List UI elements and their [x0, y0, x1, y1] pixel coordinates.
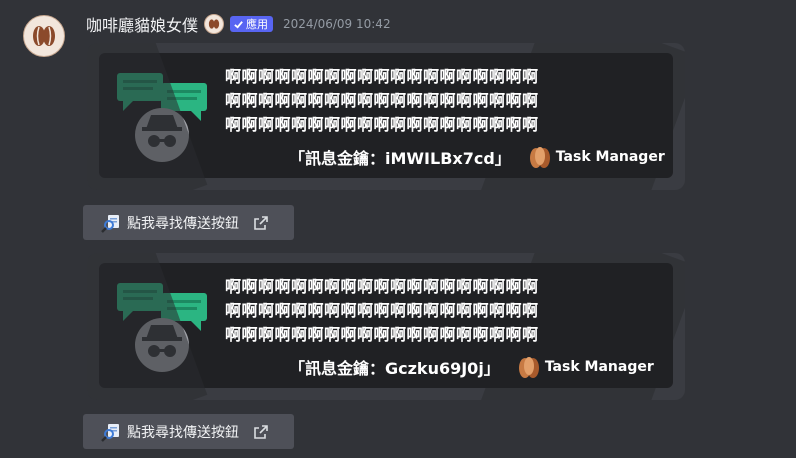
coffee-bean-icon	[33, 26, 55, 46]
embed-text-line: 啊啊啊啊啊啊啊啊啊啊啊啊啊啊啊啊啊啊啊	[225, 301, 539, 320]
find-send-button[interactable]: 點我尋找傳送按鈕	[83, 205, 294, 240]
brand: Task Manager	[529, 145, 665, 169]
timestamp: 2024/06/09 10:42	[283, 17, 391, 31]
avatar[interactable]	[23, 15, 65, 57]
magnifier-document-icon	[101, 214, 119, 233]
task-manager-logo-icon	[529, 147, 550, 168]
embed-text: 啊啊啊啊啊啊啊啊啊啊啊啊啊啊啊啊啊啊啊 啊啊啊啊啊啊啊啊啊啊啊啊啊啊啊啊啊啊啊 …	[225, 275, 615, 347]
embed-image: 啊啊啊啊啊啊啊啊啊啊啊啊啊啊啊啊啊啊啊 啊啊啊啊啊啊啊啊啊啊啊啊啊啊啊啊啊啊啊 …	[99, 53, 673, 178]
message-key-row: 「訊息金鑰：Gczku69J0j」 Task Manager	[289, 355, 654, 379]
incognito-chat-icon	[117, 283, 207, 372]
find-send-button[interactable]: 點我尋找傳送按鈕	[83, 414, 294, 449]
magnifier-document-icon	[101, 423, 119, 442]
app-badge-label: 應用	[246, 18, 269, 31]
incognito-chat-icon	[117, 73, 207, 162]
external-link-icon	[254, 215, 268, 230]
checkmark-icon	[234, 20, 243, 29]
task-manager-logo-icon	[518, 357, 539, 378]
embed-text-line: 啊啊啊啊啊啊啊啊啊啊啊啊啊啊啊啊啊啊啊	[225, 277, 539, 296]
message-key: 「訊息金鑰：Gczku69J0j」	[289, 359, 500, 378]
brand-name: Task Manager	[544, 359, 654, 375]
embed-text-line: 啊啊啊啊啊啊啊啊啊啊啊啊啊啊啊啊啊啊啊	[225, 325, 539, 344]
embed-text-line: 啊啊啊啊啊啊啊啊啊啊啊啊啊啊啊啊啊啊啊	[225, 67, 539, 86]
coffee-bean-icon	[204, 14, 225, 34]
embed-image: 啊啊啊啊啊啊啊啊啊啊啊啊啊啊啊啊啊啊啊 啊啊啊啊啊啊啊啊啊啊啊啊啊啊啊啊啊啊啊 …	[99, 263, 673, 388]
embed-card: 啊啊啊啊啊啊啊啊啊啊啊啊啊啊啊啊啊啊啊 啊啊啊啊啊啊啊啊啊啊啊啊啊啊啊啊啊啊啊 …	[87, 43, 685, 190]
brand: Task Manager	[518, 355, 654, 379]
message-key-row: 「訊息金鑰：iMWILBx7cd」 Task Manager	[289, 145, 665, 169]
embed-text-line: 啊啊啊啊啊啊啊啊啊啊啊啊啊啊啊啊啊啊啊	[225, 91, 539, 110]
find-send-button-label: 點我尋找傳送按鈕	[127, 424, 239, 441]
embed-text-line: 啊啊啊啊啊啊啊啊啊啊啊啊啊啊啊啊啊啊啊	[225, 115, 539, 134]
app-badge: 應用	[230, 16, 274, 32]
find-send-button-label: 點我尋找傳送按鈕	[127, 215, 239, 232]
username[interactable]: 咖啡廳貓娘女僕	[86, 12, 198, 36]
external-link-icon	[254, 424, 268, 439]
message-header: 咖啡廳貓娘女僕 應用 2024/06/09 10:42	[86, 10, 391, 38]
brand-name: Task Manager	[555, 149, 665, 165]
embed-card: 啊啊啊啊啊啊啊啊啊啊啊啊啊啊啊啊啊啊啊 啊啊啊啊啊啊啊啊啊啊啊啊啊啊啊啊啊啊啊 …	[87, 253, 685, 400]
message-key: 「訊息金鑰：iMWILBx7cd」	[289, 149, 511, 168]
embed-text: 啊啊啊啊啊啊啊啊啊啊啊啊啊啊啊啊啊啊啊 啊啊啊啊啊啊啊啊啊啊啊啊啊啊啊啊啊啊啊 …	[225, 65, 615, 137]
